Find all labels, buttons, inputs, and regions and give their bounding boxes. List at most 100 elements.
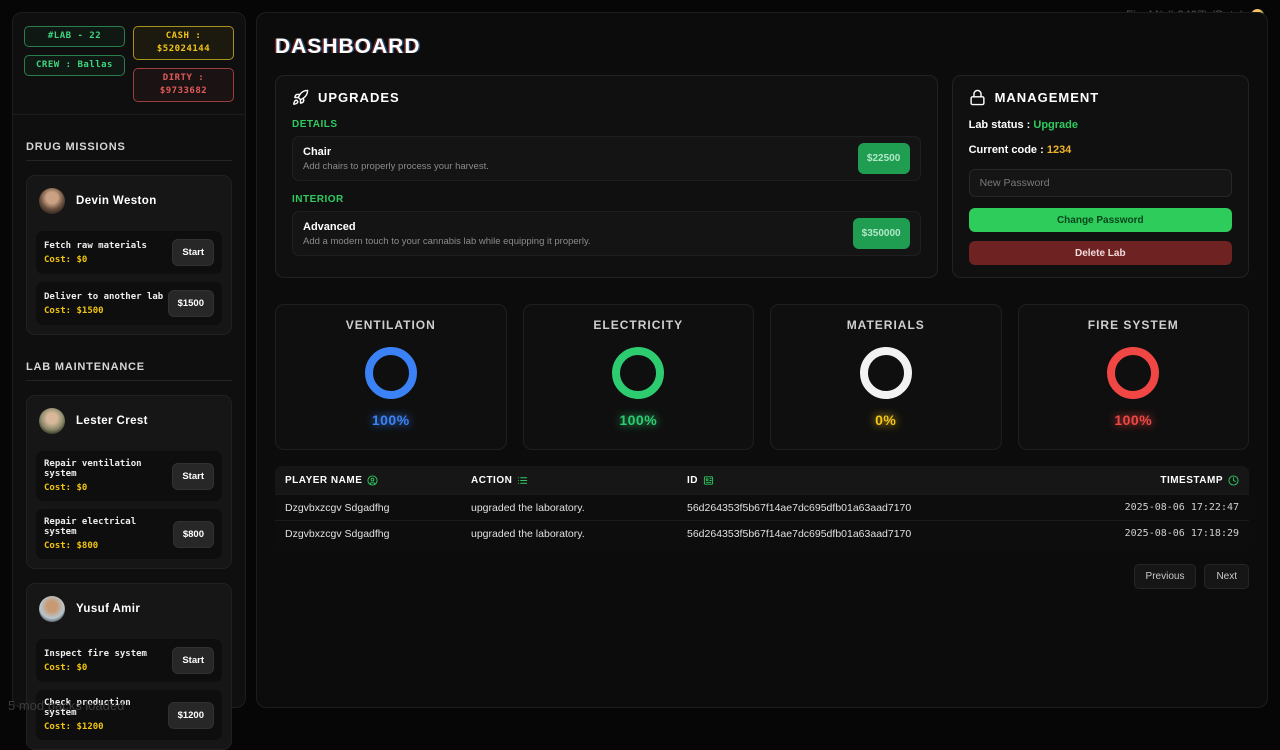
- current-code-label: Current code :: [968, 144, 1047, 156]
- lab-maintenance-heading: LAB MAINTENANCE: [26, 361, 232, 382]
- upgrade-description: Add a modern touch to your cannabis lab …: [303, 235, 591, 247]
- upgrade-buy-button[interactable]: $22500: [857, 143, 910, 174]
- log-player: Dzgvbxzcgv Sdgadfhg: [285, 527, 390, 540]
- current-code-line: Current code : 1234: [969, 144, 1232, 156]
- character-header: Lester Crest: [36, 405, 222, 443]
- gauge-label: FIRE SYSTEM: [1087, 318, 1179, 332]
- mission-start-button[interactable]: Start: [172, 239, 214, 267]
- gauge-ring: [364, 347, 417, 399]
- log-row: Dzgvbxzcgv Sdgadfhg upgraded the laborat…: [275, 520, 1249, 546]
- avatar: [39, 408, 65, 435]
- gauge-materials: MATERIALS 0%: [770, 304, 1002, 450]
- upgrade-description: Add chairs to properly process your harv…: [303, 160, 489, 172]
- upgrade-buy-button[interactable]: $350000: [852, 218, 910, 249]
- mission-price-button[interactable]: $1200: [167, 701, 214, 729]
- mod-packs-loaded-text: 5 mod packs loaded: [8, 698, 125, 713]
- column-player-name: PLAYER NAME: [285, 474, 363, 486]
- mission-title: Inspect fire system: [44, 648, 147, 659]
- column-action: ACTION: [471, 474, 513, 486]
- mission-price-button[interactable]: $1500: [167, 290, 214, 318]
- mission-title: Deliver to another lab: [44, 291, 164, 302]
- previous-page-button[interactable]: Previous: [1133, 564, 1197, 589]
- character-header: Devin Weston: [36, 185, 222, 223]
- upgrade-item-advanced: Advanced Add a modern touch to your cann…: [292, 211, 921, 256]
- user-circle-icon: [367, 474, 378, 486]
- cash-badge: CASH : $52024144: [133, 26, 234, 61]
- mission-item: Repair electrical system Cost: $800 $800: [36, 509, 222, 560]
- log-id: 56d264353f5b67f14ae7dc695dfb01a63aad7170: [687, 501, 912, 514]
- sidebar-sections: DRUG MISSIONS Devin Weston Fetch raw mat…: [13, 141, 245, 750]
- character-name: Lester Crest: [76, 415, 148, 428]
- mission-start-button[interactable]: Start: [172, 647, 214, 675]
- lab-status-label: Lab status :: [968, 119, 1034, 131]
- mission-item: Inspect fire system Cost: $0 Start: [36, 639, 222, 683]
- mission-item: Repair ventilation system Cost: $0 Start: [36, 451, 222, 502]
- gauge-value: 100%: [1114, 412, 1153, 428]
- character-card-devin-weston: Devin Weston Fetch raw materials Cost: $…: [26, 175, 232, 336]
- gauge-label: VENTILATION: [345, 318, 436, 332]
- mission-cost: Cost: $1500: [44, 305, 104, 316]
- character-card-yusuf-amir: Yusuf Amir Inspect fire system Cost: $0 …: [26, 583, 232, 750]
- mission-price-button[interactable]: $800: [172, 520, 214, 548]
- delete-lab-button[interactable]: Delete Lab: [968, 241, 1232, 265]
- crew-badge: CREW : Ballas: [24, 55, 125, 77]
- gauge-ring: [612, 347, 665, 399]
- upgrades-card: UPGRADES DETAILS Chair Add chairs to pro…: [275, 75, 938, 278]
- upgrade-name: Chair: [303, 145, 332, 158]
- character-name: Devin Weston: [76, 195, 157, 208]
- pagination: Previous Next: [275, 564, 1249, 589]
- mission-cost: Cost: $800: [44, 541, 99, 552]
- gauge-label: MATERIALS: [846, 318, 925, 332]
- mission-start-button[interactable]: Start: [172, 462, 214, 490]
- mission-title: Repair ventilation system: [44, 459, 142, 480]
- upgrade-name: Advanced: [303, 220, 356, 233]
- sidebar-divider: [13, 114, 245, 116]
- character-card-lester-crest: Lester Crest Repair ventilation system C…: [26, 395, 232, 570]
- log-player: Dzgvbxzcgv Sdgadfhg: [285, 501, 390, 514]
- gauge-label: ELECTRICITY: [593, 318, 684, 332]
- lock-icon: [970, 89, 985, 106]
- log-action: upgraded the laboratory.: [471, 527, 585, 540]
- gauge-value: 0%: [875, 412, 897, 428]
- gauge-fire-system: FIRE SYSTEM 100%: [1017, 304, 1249, 450]
- next-page-button[interactable]: Next: [1204, 564, 1249, 589]
- new-password-input[interactable]: [968, 169, 1232, 197]
- log-id: 56d264353f5b67f14ae7dc695dfb01a63aad7170: [687, 527, 912, 540]
- mission-cost: Cost: $0: [44, 662, 88, 673]
- gauge-row: VENTILATION 100% ELECTRICITY 100% MATERI…: [275, 304, 1249, 450]
- dirty-money-badge: DIRTY : $9733682: [133, 68, 234, 103]
- character-header: Yusuf Amir: [36, 593, 222, 631]
- main-panel: DASHBOARD UPGRADES DETAILS Chair Add cha…: [256, 12, 1268, 708]
- drug-missions-heading: DRUG MISSIONS: [26, 141, 232, 162]
- log-timestamp: 2025-08-06 17:18:29: [1124, 528, 1239, 539]
- log-table-header: PLAYER NAME ACTION ID TIMESTAMP: [275, 466, 1249, 494]
- mission-title: Repair electrical system: [44, 517, 137, 538]
- sidebar: #LAB - 22 CREW : Ballas CASH : $52024144…: [12, 12, 246, 750]
- avatar: [39, 188, 65, 215]
- list-icon: [518, 476, 528, 484]
- upgrade-group-details-label: DETAILS: [292, 119, 338, 130]
- page-title: DASHBOARD: [275, 35, 421, 58]
- log-action: upgraded the laboratory.: [471, 501, 585, 514]
- upgrade-item-chair: Chair Add chairs to properly process you…: [292, 136, 921, 181]
- management-card: MANAGEMENT Lab status : Upgrade Current …: [951, 75, 1249, 278]
- gauge-value: 100%: [619, 412, 658, 428]
- lab-id-badge: #LAB - 22: [24, 26, 125, 48]
- change-password-button[interactable]: Change Password: [968, 208, 1232, 232]
- mission-item: Deliver to another lab Cost: $1500 $1500: [36, 282, 222, 326]
- mission-cost: Cost: $0: [44, 483, 88, 494]
- gauge-ring: [1107, 347, 1160, 399]
- column-id: ID: [687, 474, 698, 486]
- avatar: [39, 596, 65, 623]
- mission-cost: Cost: $1200: [44, 722, 104, 733]
- lab-status-line: Lab status : Upgrade: [969, 119, 1232, 131]
- clock-icon: [1228, 474, 1239, 486]
- log-row: Dzgvbxzcgv Sdgadfhg upgraded the laborat…: [275, 494, 1249, 520]
- upgrades-title: UPGRADES: [318, 90, 400, 105]
- gauge-value: 100%: [371, 412, 410, 428]
- column-timestamp: TIMESTAMP: [1160, 474, 1223, 486]
- mission-item: Fetch raw materials Cost: $0 Start: [36, 231, 222, 275]
- gauge-ventilation: VENTILATION 100%: [275, 304, 507, 450]
- log-timestamp: 2025-08-06 17:22:47: [1124, 502, 1239, 513]
- activity-log-table: PLAYER NAME ACTION ID TIMESTAMP Dzgvbxzc…: [275, 466, 1249, 546]
